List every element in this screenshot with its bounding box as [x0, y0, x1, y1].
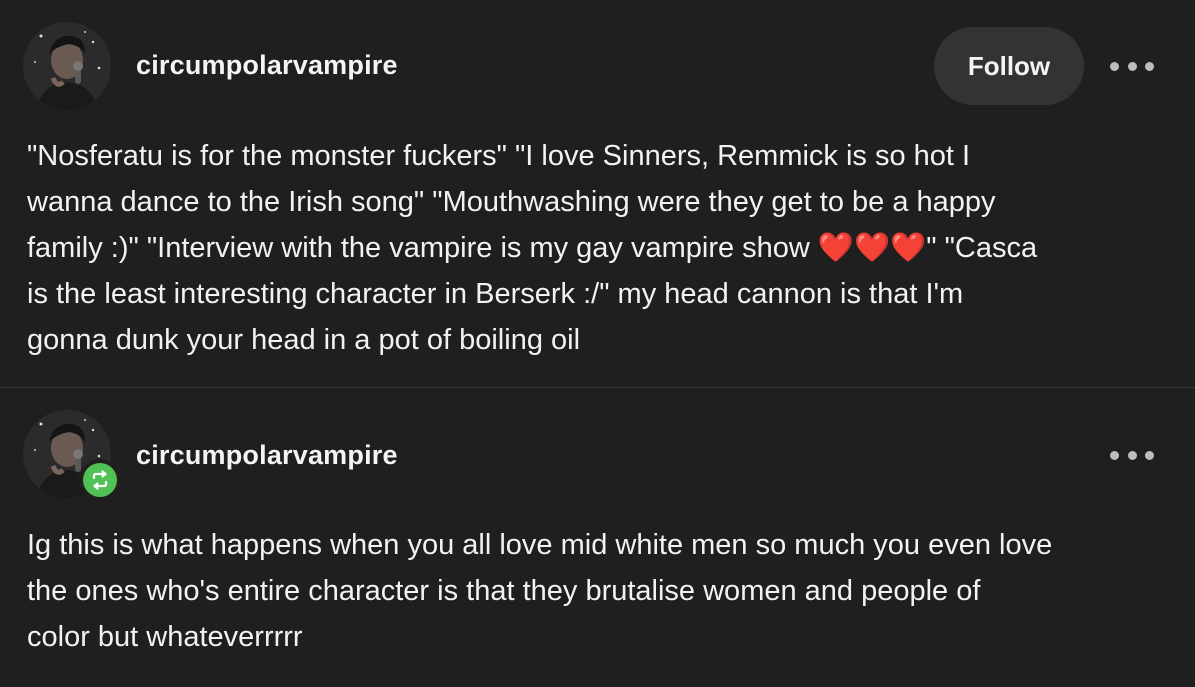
post-reblog: circumpolarvampire Ig this is what happe… — [0, 388, 1195, 687]
dot — [1127, 450, 1137, 460]
reblog-icon — [83, 463, 117, 497]
avatar-image — [23, 22, 111, 110]
dot — [1110, 450, 1119, 460]
post-original: circumpolarvampire Follow "Nosferatu is … — [0, 0, 1195, 387]
more-horizontal-icon[interactable] — [1110, 445, 1154, 465]
more-horizontal-icon[interactable] — [1110, 56, 1154, 76]
avatar[interactable] — [23, 22, 111, 110]
follow-button[interactable]: Follow — [934, 27, 1084, 105]
post-username[interactable]: circumpolarvampire — [136, 50, 398, 81]
dot — [1145, 450, 1154, 460]
post-username[interactable]: circumpolarvampire — [136, 440, 398, 471]
dot — [1145, 61, 1154, 71]
post-body-text: "Nosferatu is for the monster fuckers" "… — [27, 140, 1038, 356]
dot — [1110, 61, 1119, 71]
post-body-text: Ig this is what happens when you all lov… — [27, 529, 1053, 653]
reblog-badge — [79, 459, 121, 501]
dot — [1127, 61, 1137, 71]
